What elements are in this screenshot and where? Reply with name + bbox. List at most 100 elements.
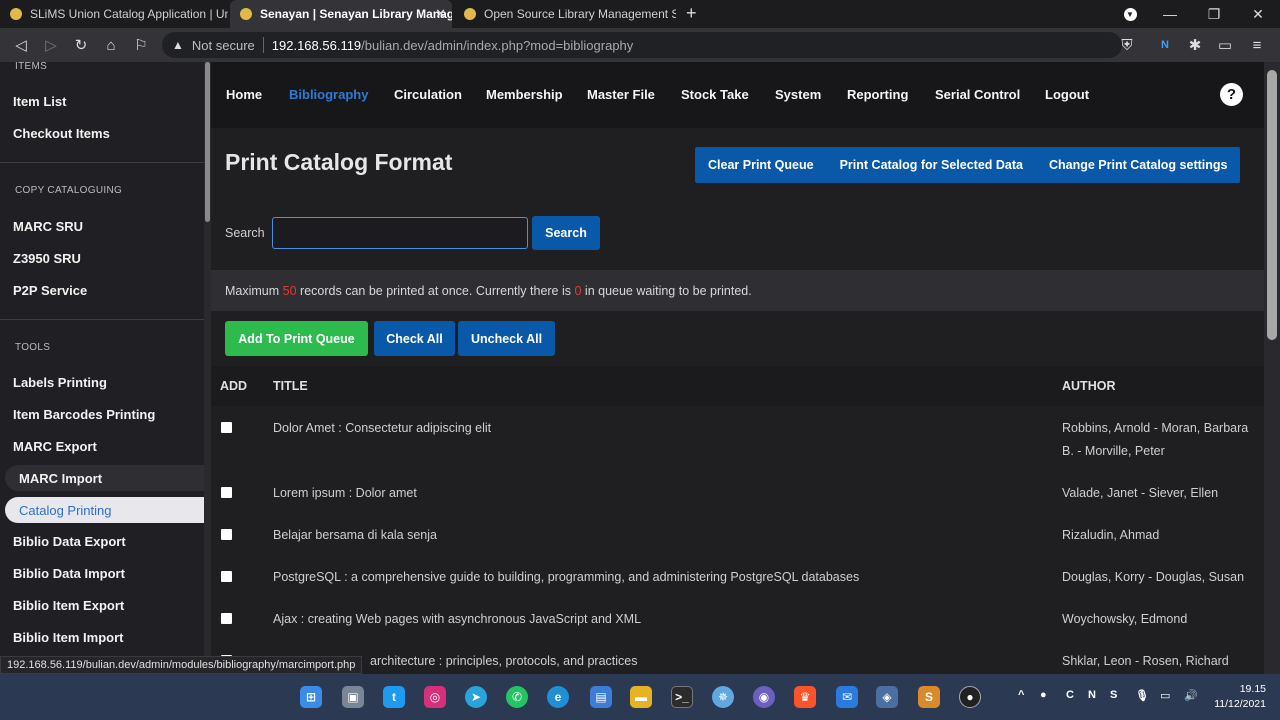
url-field[interactable]: ▲ Not secure 192.168.56.119 /bulian.dev/… <box>162 32 1122 58</box>
volume-icon[interactable]: 🔊 <box>1184 689 1198 702</box>
tray-n-icon[interactable]: N <box>1088 689 1096 701</box>
network-icon[interactable]: ▭ <box>1160 689 1170 702</box>
nav-stock-take[interactable]: Stock Take <box>681 87 749 102</box>
check-all-button[interactable]: Check All <box>374 321 455 356</box>
forward-icon[interactable]: ▷ <box>40 34 62 56</box>
extensions-puzzle-icon[interactable]: ✱ <box>1184 34 1206 56</box>
tab-label: Senayan | Senayan Library Manag <box>260 7 452 21</box>
tab-open-source[interactable]: Open Source Library Management Sys <box>454 0 676 28</box>
sidebar-item-marc-export[interactable]: MARC Export <box>13 439 97 454</box>
tray-s-icon[interactable]: S <box>1110 689 1117 701</box>
tab-slims-union[interactable]: SLiMS Union Catalog Application | Uni <box>0 0 228 28</box>
sidebar-item-biblio-item-import[interactable]: Biblio Item Import <box>13 630 124 645</box>
uncheck-all-button[interactable]: Uncheck All <box>458 321 555 356</box>
mail-icon[interactable]: ✉ <box>836 686 858 708</box>
change-print-settings-button[interactable]: Change Print Catalog settings <box>1036 158 1241 172</box>
warning-icon: ▲ <box>172 38 184 52</box>
task-view-icon[interactable]: ▣ <box>342 686 364 708</box>
tray-expand-icon[interactable]: ^ <box>1018 689 1024 701</box>
virtualbox-icon[interactable]: ◈ <box>876 686 898 708</box>
reload-icon[interactable]: ↻ <box>70 34 92 56</box>
terminal-icon[interactable]: >_ <box>671 686 693 708</box>
extension-n-icon[interactable]: N <box>1154 34 1176 56</box>
add-to-print-queue-button[interactable]: Add To Print Queue <box>225 321 368 356</box>
top-navigation: Home Bibliography Circulation Membership… <box>211 62 1264 128</box>
bookmark-icon[interactable]: ⚐ <box>130 34 152 56</box>
brave-shield-icon[interactable]: ⛨ <box>1116 34 1138 56</box>
nav-master-file[interactable]: Master File <box>587 87 655 102</box>
menu-icon[interactable]: ≡ <box>1246 34 1268 56</box>
nav-reporting[interactable]: Reporting <box>847 87 908 102</box>
clock-time: 19.15 <box>1239 683 1266 695</box>
edge-icon[interactable]: e <box>547 686 569 708</box>
row-checkbox[interactable] <box>221 487 232 498</box>
store-icon[interactable]: ▤ <box>590 686 612 708</box>
scrollbar-thumb[interactable] <box>1267 70 1277 340</box>
minimize-icon[interactable]: — <box>1148 0 1192 28</box>
brave-icon[interactable]: ♛ <box>794 686 816 708</box>
whatsapp-icon[interactable]: ✆ <box>506 686 528 708</box>
sidebar-scrollbar[interactable] <box>204 62 211 674</box>
windows-start-icon[interactable]: ⊞ <box>300 686 322 708</box>
nav-membership[interactable]: Membership <box>486 87 563 102</box>
tab-close-icon[interactable]: ✕ <box>435 6 446 22</box>
sidebar-item-item-barcodes-printing[interactable]: Item Barcodes Printing <box>13 407 155 422</box>
clear-print-queue-button[interactable]: Clear Print Queue <box>695 158 827 172</box>
github-icon[interactable]: ◉ <box>753 686 775 708</box>
tab-label: SLiMS Union Catalog Application | Uni <box>30 7 228 21</box>
tab-senayan[interactable]: Senayan | Senayan Library Manag ✕ <box>230 0 452 28</box>
profile-dropdown-icon[interactable]: ▼ <box>1108 0 1152 28</box>
sidebar-item-biblio-data-export[interactable]: Biblio Data Export <box>13 534 126 549</box>
row-checkbox[interactable] <box>221 529 232 540</box>
help-icon[interactable]: ? <box>1220 83 1243 106</box>
telegram-icon[interactable]: ➤ <box>465 686 487 708</box>
sidebar-item-item-list[interactable]: Item List <box>13 94 66 109</box>
browser-address-bar: ◁ ▷ ↻ ⌂ ⚐ ▲ Not secure 192.168.56.119 /b… <box>0 28 1280 62</box>
url-path: /bulian.dev/admin/index.php?mod=bibliogr… <box>361 37 634 53</box>
microphone-icon[interactable]: 🎙 <box>1135 689 1149 702</box>
system-clock[interactable]: 19.15 11/12/2021 <box>1210 682 1266 712</box>
file-explorer-icon[interactable]: ▬ <box>630 686 652 708</box>
new-tab-icon[interactable]: + <box>686 3 697 24</box>
nav-system[interactable]: System <box>775 87 821 102</box>
sidebar-item-biblio-item-export[interactable]: Biblio Item Export <box>13 598 124 613</box>
sidebar-item-marc-sru[interactable]: MARC SRU <box>13 219 83 234</box>
row-author: Valade, Janet - Siever, Ellen <box>1062 486 1219 500</box>
obs-icon[interactable]: ● <box>959 686 981 708</box>
sublime-icon[interactable]: S <box>918 686 940 708</box>
home-icon[interactable]: ⌂ <box>100 34 122 56</box>
nav-home[interactable]: Home <box>226 87 262 102</box>
window-close-icon[interactable]: ✕ <box>1236 0 1280 28</box>
wallet-icon[interactable]: ▭ <box>1214 34 1236 56</box>
nav-bibliography[interactable]: Bibliography <box>289 87 368 102</box>
row-checkbox[interactable] <box>221 571 232 582</box>
nav-logout[interactable]: Logout <box>1045 87 1089 102</box>
slims-favicon-icon <box>240 8 252 20</box>
row-checkbox[interactable] <box>221 613 232 624</box>
row-checkbox[interactable] <box>221 422 232 433</box>
sidebar-item-biblio-data-import[interactable]: Biblio Data Import <box>13 566 125 581</box>
sidebar-item-checkout-items[interactable]: Checkout Items <box>13 126 110 141</box>
tray-c-icon[interactable]: C <box>1066 689 1074 701</box>
sidebar-item-marc-import[interactable]: MARC Import <box>5 465 204 491</box>
maximize-icon[interactable]: ❐ <box>1192 0 1236 28</box>
search-button[interactable]: Search <box>532 216 600 250</box>
print-catalog-selected-button[interactable]: Print Catalog for Selected Data <box>827 158 1036 172</box>
sidebar-item-labels-printing[interactable]: Labels Printing <box>13 375 107 390</box>
tray-app-icon[interactable]: ● <box>1040 689 1047 701</box>
nav-circulation[interactable]: Circulation <box>394 87 462 102</box>
sidebar-item-p2p-service[interactable]: P2P Service <box>13 283 87 298</box>
back-icon[interactable]: ◁ <box>10 34 32 56</box>
sidebar-item-z3950-sru[interactable]: Z3950 SRU <box>13 251 81 266</box>
search-input[interactable] <box>272 217 528 249</box>
kubernetes-icon[interactable]: ✵ <box>712 686 734 708</box>
table-header: ADD TITLE AUTHOR <box>211 366 1264 406</box>
info-text: records can be printed at once. Currentl… <box>296 283 575 298</box>
nav-serial-control[interactable]: Serial Control <box>935 87 1020 102</box>
main-scrollbar[interactable] <box>1264 62 1280 674</box>
sidebar-item-catalog-printing[interactable]: Catalog Printing <box>5 497 204 523</box>
scrollbar-thumb[interactable] <box>205 62 210 222</box>
table-row: Ajax : creating Web pages with asynchron… <box>211 608 1264 648</box>
instagram-icon[interactable]: ◎ <box>424 686 446 708</box>
twitter-icon[interactable]: t <box>383 686 405 708</box>
